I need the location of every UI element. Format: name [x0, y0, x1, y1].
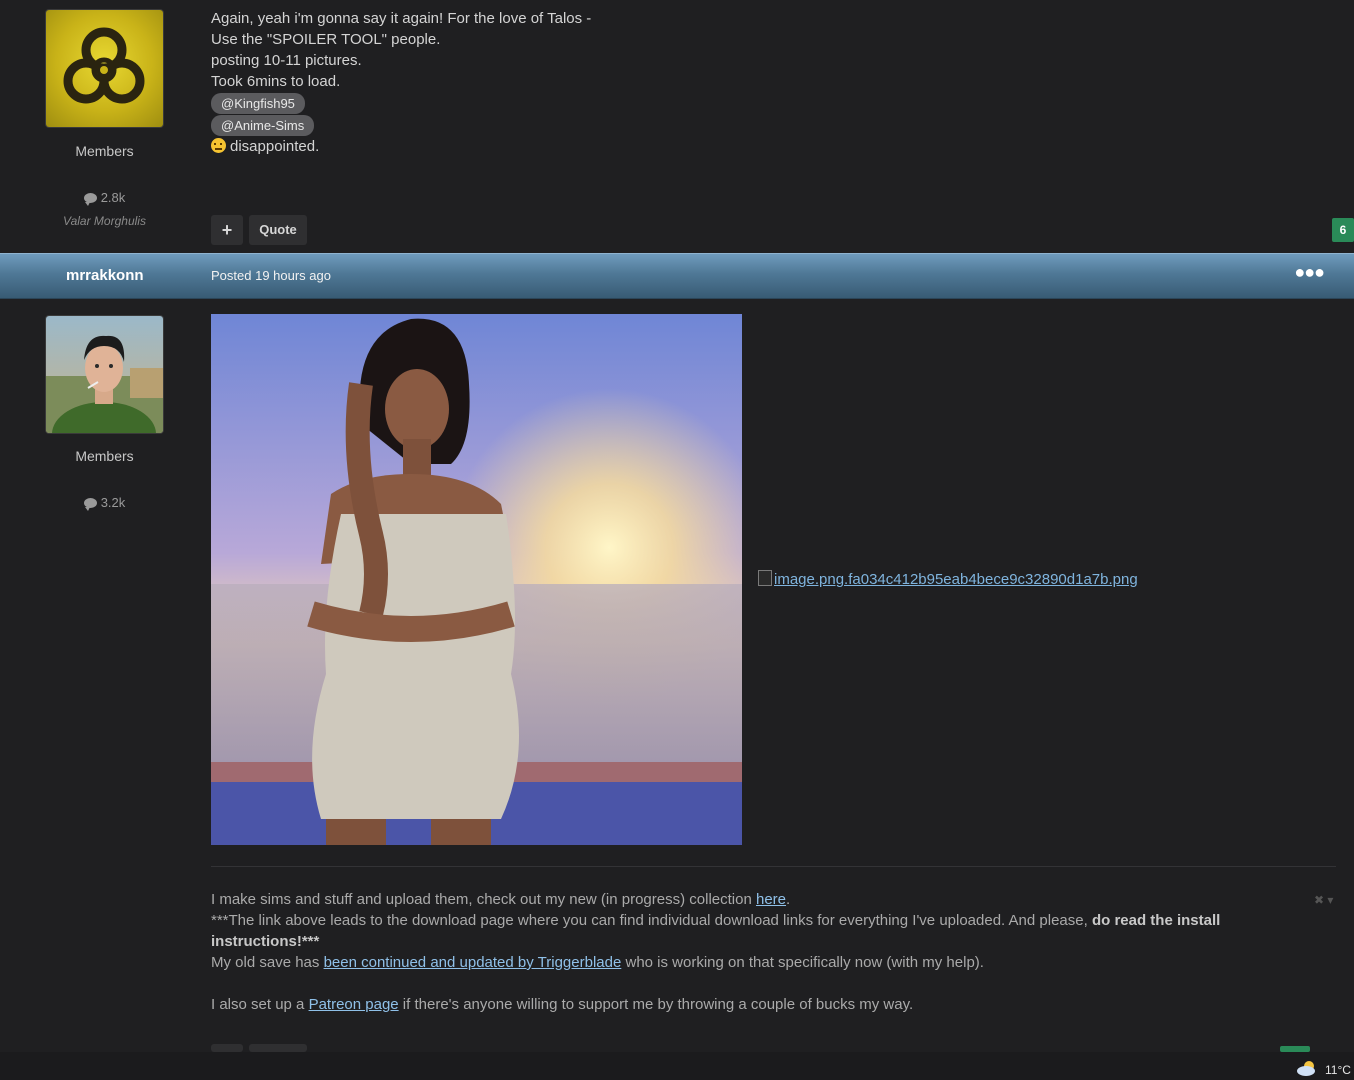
- temperature: 11°C: [1325, 1063, 1351, 1077]
- more-dots-icon[interactable]: ●●●: [1294, 262, 1325, 283]
- sig-text: if there's anyone willing to support me …: [398, 996, 914, 1013]
- broken-image-link[interactable]: image.png.fa034c412b95eab4bece9c32890d1a…: [758, 570, 1138, 588]
- broken-image-icon: [758, 570, 772, 586]
- reputation-badge[interactable]: 6: [1332, 218, 1354, 242]
- disappointed-emoji-icon: [211, 138, 226, 153]
- user-group: Members: [75, 143, 134, 159]
- user-group: Members: [75, 448, 134, 464]
- add-multiquote-button[interactable]: [211, 1044, 243, 1052]
- sig-text: .: [786, 891, 791, 908]
- post-line: Use the "SPOILER TOOL" people.: [211, 31, 441, 48]
- post-content: Again, yeah i'm gonna say it again! For …: [211, 8, 591, 157]
- post-image[interactable]: [211, 314, 742, 845]
- post-count: 2.8k: [46, 190, 163, 206]
- sig-text: ***The link above leads to the download …: [211, 912, 1092, 929]
- sig-text: My old save has: [211, 954, 324, 971]
- signature-hide-icon[interactable]: ✖ ▾: [1314, 893, 1333, 907]
- user-tagline: Valar Morghulis: [63, 214, 146, 228]
- save-link[interactable]: been continued and updated by Triggerbla…: [324, 954, 622, 971]
- add-multiquote-button[interactable]: +: [211, 215, 243, 245]
- post-line: Took 6mins to load.: [211, 73, 341, 90]
- avatar-portrait-image: [46, 316, 163, 433]
- user-signature: I make sims and stuff and upload them, c…: [211, 889, 1251, 1015]
- partly-cloudy-icon: [1297, 1061, 1315, 1076]
- sig-text: I also set up a: [211, 996, 309, 1013]
- mention-link[interactable]: @Anime-Sims: [211, 115, 315, 136]
- taskbar: [0, 1052, 1354, 1080]
- signature-divider: [211, 866, 1336, 867]
- post-line: Again, yeah i'm gonna say it again! For …: [211, 10, 592, 27]
- reaction-text: disappointed.: [230, 138, 320, 155]
- user-avatar[interactable]: [46, 316, 163, 433]
- post-timestamp[interactable]: Posted 19 hours ago: [211, 268, 331, 283]
- sig-text: who is working on that specifically now …: [621, 954, 984, 971]
- post-author[interactable]: mrrakkonn: [66, 267, 144, 284]
- comment-icon: [83, 498, 97, 511]
- sig-text: I make sims and stuff and upload them, c…: [211, 891, 756, 908]
- mention-link[interactable]: @Kingfish95: [211, 93, 305, 114]
- sim-screenshot-image: [211, 314, 742, 845]
- quote-button[interactable]: [249, 1044, 307, 1052]
- post-count: 3.2k: [46, 495, 163, 511]
- comment-icon: [83, 193, 97, 206]
- collection-link[interactable]: here: [756, 891, 786, 908]
- biohazard-icon: [63, 27, 145, 104]
- quote-button[interactable]: Quote: [249, 215, 307, 245]
- patreon-link[interactable]: Patreon page: [309, 996, 399, 1013]
- user-avatar[interactable]: [46, 10, 163, 127]
- post-line: posting 10-11 pictures.: [211, 52, 362, 69]
- post-header: mrrakkonn Posted 19 hours ago ●●●: [0, 253, 1354, 299]
